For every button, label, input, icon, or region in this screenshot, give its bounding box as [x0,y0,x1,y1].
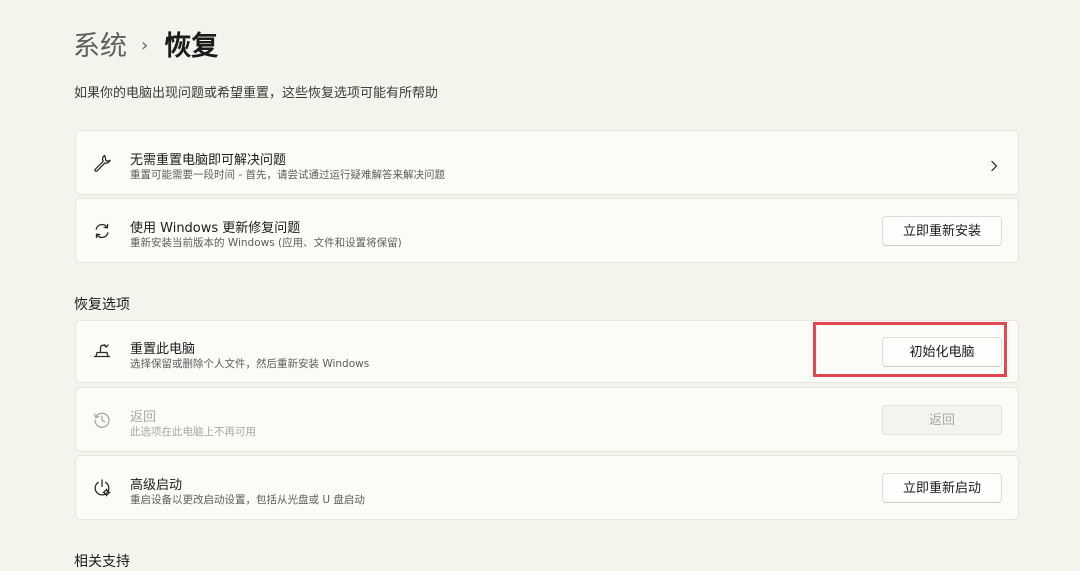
history-icon [92,410,112,430]
advanced-startup-desc: 重启设备以更改启动设置，包括从光盘或 U 盘启动 [130,494,365,506]
advanced-startup-title: 高级启动 [130,478,183,493]
restart-now-button[interactable]: 立即重新启动 [882,473,1002,503]
refresh-icon [92,221,112,241]
troubleshoot-title: 无需重置电脑即可解决问题 [130,153,287,168]
reset-pc-icon [92,341,112,361]
troubleshoot-card[interactable]: 无需重置电脑即可解决问题 重置可能需要一段时间 - 首先，请尝试通过运行疑难解答… [75,130,1019,195]
windows-update-repair-title: 使用 Windows 更新修复问题 [130,221,301,236]
breadcrumb-system-link[interactable]: 系统 [73,28,127,66]
breadcrumb: 系统 › 恢复 [73,28,218,66]
advanced-startup-icon [92,478,112,498]
go-back-card: 返回 此选项在此电脑上不再可用 返回 [75,387,1019,452]
reset-pc-desc: 选择保留或删除个人文件，然后重新安装 Windows [130,358,370,370]
troubleshoot-desc: 重置可能需要一段时间 - 首先，请尝试通过运行疑难解答来解决问题 [130,169,445,181]
wrench-icon [92,153,112,173]
related-support-heading: 相关支持 [74,554,130,570]
advanced-startup-card: 高级启动 重启设备以更改启动设置，包括从光盘或 U 盘启动 立即重新启动 [75,455,1019,520]
recovery-options-heading: 恢复选项 [74,297,130,313]
breadcrumb-separator-icon: › [141,35,149,56]
page-subtitle: 如果你的电脑出现问题或希望重置，这些恢复选项可能有所帮助 [74,86,439,101]
go-back-button: 返回 [882,405,1002,435]
page-title: 恢复 [164,31,219,62]
windows-update-repair-card: 使用 Windows 更新修复问题 重新安装当前版本的 Windows (应用、… [75,198,1019,263]
windows-update-repair-desc: 重新安装当前版本的 Windows (应用、文件和设置将保留) [130,237,402,249]
reset-pc-title: 重置此电脑 [130,342,196,357]
reinstall-now-button[interactable]: 立即重新安装 [882,216,1002,246]
chevron-right-icon[interactable] [988,157,1000,172]
highlight-box [813,322,1007,377]
go-back-title: 返回 [130,410,157,425]
go-back-desc: 此选项在此电脑上不再可用 [130,426,256,438]
